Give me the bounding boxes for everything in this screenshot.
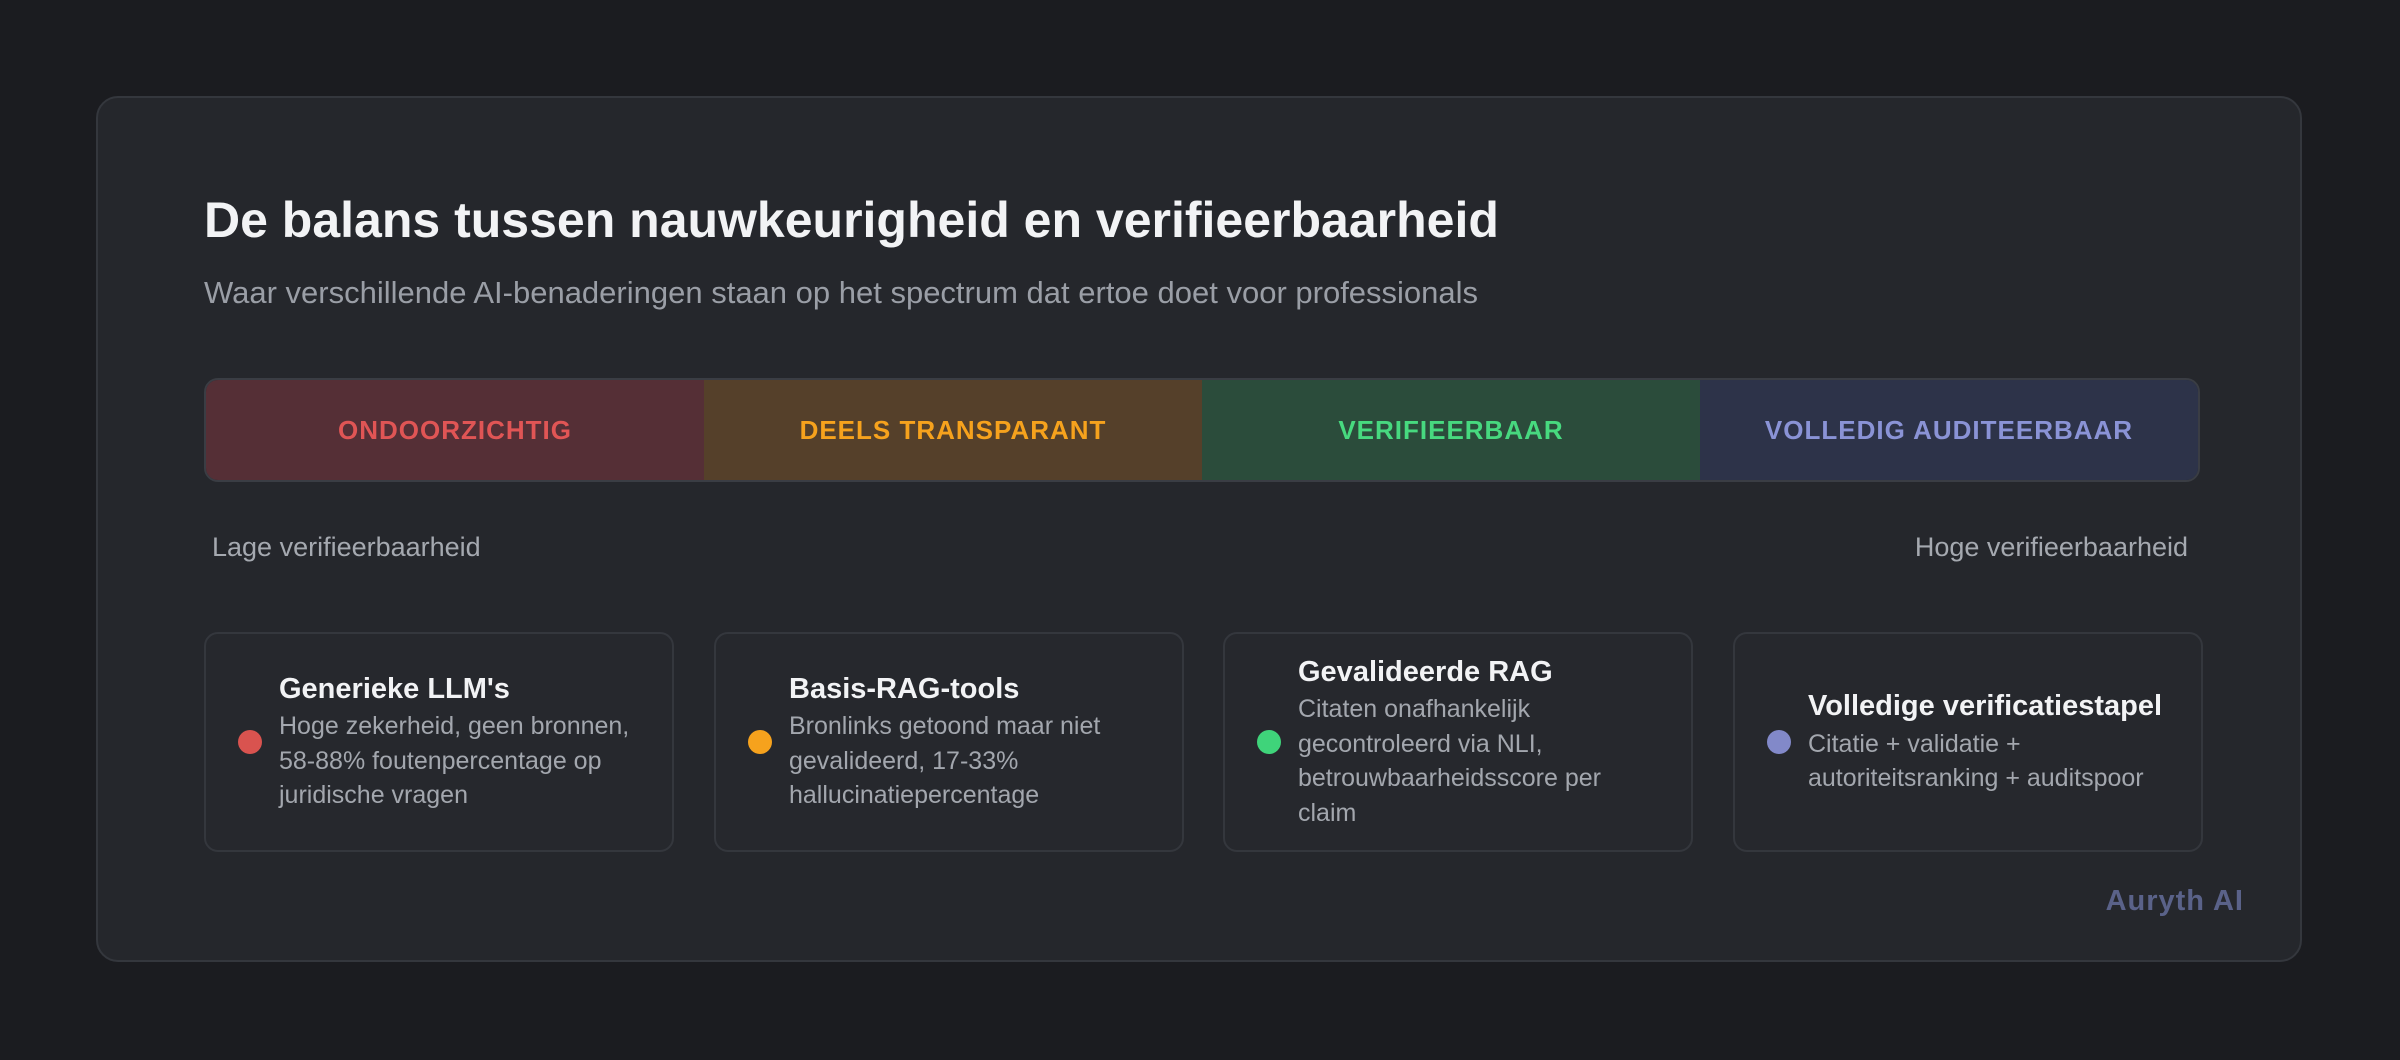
- approach-description: Hoge zekerheid, geen bronnen, 58-88% fou…: [279, 712, 630, 810]
- scale-high-label: Hoge verifieerbaarheid: [1914, 532, 2188, 562]
- approach-name: Volledige verificatiestapel: [1808, 690, 2163, 723]
- spectrum-segment-verifiable: VERIFIEERBAAR: [1202, 380, 1700, 480]
- diagram-title: De balans tussen nauwkeurigheid en verif…: [204, 192, 1499, 248]
- orange-dot-icon: [748, 730, 772, 754]
- approach-card-generic-llms: Generieke LLM's Hoge zekerheid, geen bro…: [204, 632, 674, 852]
- red-dot-icon: [238, 730, 262, 754]
- diagram-card: De balans tussen nauwkeurigheid en verif…: [96, 96, 2302, 962]
- spectrum-segment-fully-auditable: VOLLEDIG AUDITEERBAAR: [1700, 380, 2198, 480]
- spectrum-segment-partially-transparent: DEELS TRANSPARANT: [704, 380, 1202, 480]
- spectrum-segment-opaque: ONDOORZICHTIG: [206, 380, 704, 480]
- approach-name: Generieke LLM's: [279, 673, 510, 706]
- approach-card-basic-rag: Basis-RAG-tools Bronlinks getoond maar n…: [714, 632, 1184, 852]
- approach-card-full-verification-stack: Volledige verificatiestapel Citatie + va…: [1733, 632, 2203, 852]
- approach-name: Gevalideerde RAG: [1298, 655, 1553, 688]
- approach-description: Citatie + validatie + autoriteitsranking…: [1808, 729, 2144, 793]
- green-dot-icon: [1257, 730, 1281, 754]
- approach-description: Citaten onafhankelijk gecontroleerd via …: [1298, 695, 1601, 827]
- approach-name: Basis-RAG-tools: [789, 673, 1020, 706]
- approach-card-validated-rag: Gevalideerde RAG Citaten onafhankelijk g…: [1223, 632, 1693, 852]
- approach-description: Bronlinks getoond maar niet gevalideerd,…: [789, 712, 1101, 810]
- brand-label: Auryth AI: [2105, 885, 2244, 917]
- diagram-subtitle: Waar verschillende AI-benaderingen staan…: [204, 275, 1479, 310]
- scale-low-label: Lage verifieerbaarheid: [212, 532, 481, 562]
- blue-dot-icon: [1767, 730, 1791, 754]
- verifiability-spectrum-bar: ONDOORZICHTIG DEELS TRANSPARANT VERIFIEE…: [204, 378, 2200, 482]
